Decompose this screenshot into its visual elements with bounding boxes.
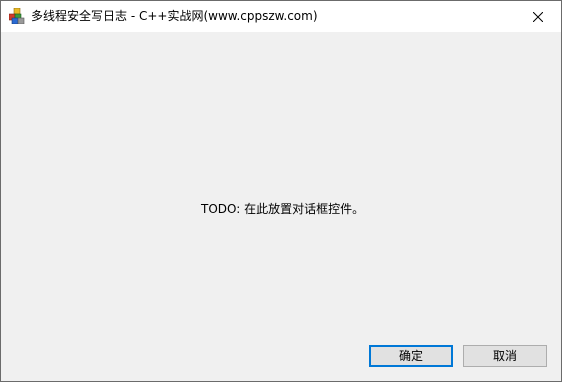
close-button[interactable] [515, 1, 561, 32]
dialog-client-area: TODO: 在此放置对话框控件。 确定 取消 [1, 32, 561, 381]
title-bar[interactable]: 多线程安全写日志 - C++实战网(www.cppszw.com) [1, 1, 561, 32]
todo-static-text: TODO: 在此放置对话框控件。 [201, 202, 365, 216]
close-icon [533, 11, 543, 22]
dialog-window: 多线程安全写日志 - C++实战网(www.cppszw.com) TODO: … [0, 0, 562, 382]
cancel-button[interactable]: 取消 [463, 345, 547, 367]
ok-button[interactable]: 确定 [369, 345, 453, 367]
app-cubes-icon [8, 7, 25, 25]
window-title: 多线程安全写日志 - C++实战网(www.cppszw.com) [31, 9, 318, 23]
